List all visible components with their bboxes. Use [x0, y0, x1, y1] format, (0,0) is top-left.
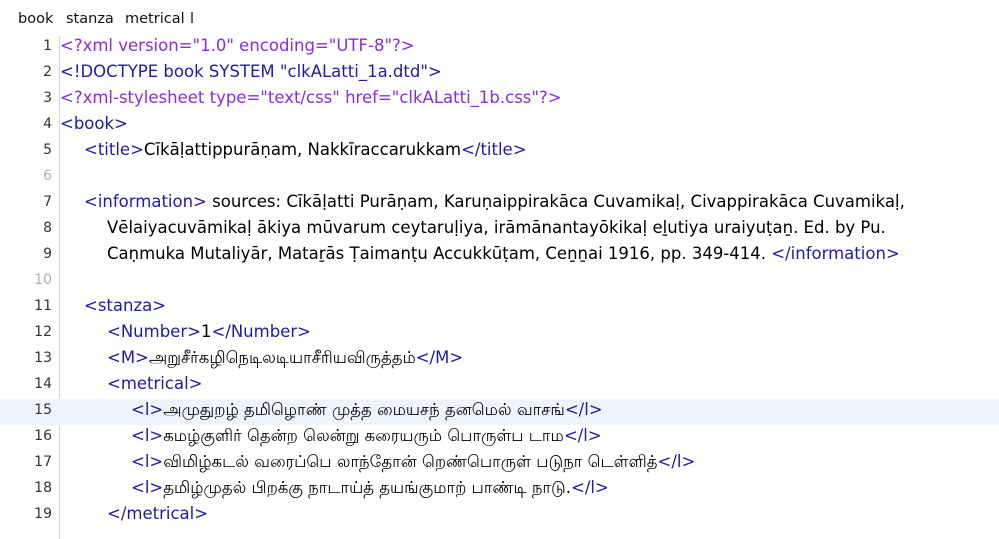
- breadcrumb-item-metrical[interactable]: metrical: [125, 11, 185, 27]
- line-code: <information> sources: Cīkāḷatti Purāṇam…: [84, 192, 905, 211]
- line-number: 2: [43, 64, 52, 80]
- code-line[interactable]: 9 Caṇmuka Mutaliyār, Mataṟās Ṭaimanṭu Acc…: [0, 243, 999, 269]
- xml-processing-instruction: <?xml version="1.0" encoding="UTF-8"?>: [60, 36, 415, 55]
- text-content: Cīkāḷattippurāṇam, Nakkīraccarukkam: [143, 140, 462, 159]
- xml-tag: <information>: [84, 192, 207, 211]
- line-code: Vēlaiyacuvāmikaḷ ākiya mūvarum ceytaruḷi…: [107, 218, 886, 237]
- xml-tag: </l>: [563, 426, 602, 445]
- xml-tag: </title>: [461, 140, 527, 159]
- code-line[interactable]: 8 Vēlaiyacuvāmikaḷ ākiya mūvarum ceytaruḷ…: [0, 217, 999, 243]
- code-line[interactable]: 15 <l>அமுதுறழ் தமிழொண் முத்த மையசந் தனமெல…: [0, 399, 999, 425]
- xml-tag: <!DOCTYPE book SYSTEM "clkALatti_1a.dtd"…: [60, 62, 442, 81]
- xml-tag: </l>: [657, 452, 696, 471]
- line-code: <l>விமிழ்கடல் வரைப்பெ லாந்தோன் றெண்பொருள…: [131, 452, 695, 474]
- line-number: 1: [43, 38, 52, 54]
- xml-tag: </l>: [571, 478, 609, 497]
- xml-tag: <l>: [131, 400, 164, 419]
- line-number: 8: [43, 220, 52, 236]
- line-code: <title>Cīkāḷattippurāṇam, Nakkīraccarukk…: [84, 140, 527, 159]
- line-number: 18: [34, 480, 52, 496]
- text-content: கமழ்குளிர் தென்ற லென்று கரையரும் பொருள்ப…: [163, 426, 564, 445]
- code-line[interactable]: 3 <?xml-stylesheet type="text/css" href="…: [0, 87, 999, 113]
- text-content: அறுசீர்கழிநெடிலடியாசீரியவிருத்தம்: [148, 348, 416, 367]
- line-number: 12: [34, 324, 52, 340]
- text-content: அமுதுறழ் தமிழொண் முத்த மையசந் தனமெல் வாச…: [163, 400, 565, 419]
- code-line[interactable]: 6: [0, 165, 999, 191]
- line-code: <l>கமழ்குளிர் தென்ற லென்று கரையரும் பொரு…: [131, 426, 602, 448]
- code-line[interactable]: 10: [0, 269, 999, 295]
- line-number: 10: [34, 272, 52, 288]
- line-code: <?xml-stylesheet type="text/css" href="c…: [60, 88, 562, 107]
- code-line[interactable]: 13 <M>அறுசீர்கழிநெடிலடியாசீரியவிருத்தம்</…: [0, 347, 999, 373]
- text-content: sources: Cīkāḷatti Purāṇam, Karuṇaippira…: [206, 192, 905, 211]
- code-editor[interactable]: 1 <?xml version="1.0" encoding="UTF-8"?> 2…: [0, 36, 999, 539]
- xml-tag: <stanza>: [84, 296, 167, 315]
- line-number: 6: [43, 168, 52, 184]
- line-code: </metrical>: [107, 504, 208, 523]
- line-code: <stanza>: [84, 296, 166, 315]
- code-line[interactable]: 18 <l>தமிழ்முதல் பிறக்கு நாடாய்த் தயங்கும…: [0, 477, 999, 503]
- xml-tag: <book>: [60, 114, 128, 133]
- line-code: <!DOCTYPE book SYSTEM "clkALatti_1a.dtd"…: [60, 62, 442, 81]
- line-code: Caṇmuka Mutaliyār, Mataṟās Ṭaimanṭu Accu…: [107, 244, 900, 263]
- code-line[interactable]: 19 </metrical>: [0, 503, 999, 529]
- line-number: 4: [43, 116, 52, 132]
- code-line[interactable]: 16 <l>கமழ்குளிர் தென்ற லென்று கரையரும் பொ…: [0, 425, 999, 451]
- line-number: 17: [34, 454, 52, 470]
- line-code: <l>தமிழ்முதல் பிறக்கு நாடாய்த் தயங்குமாற…: [131, 478, 609, 500]
- line-number: 7: [43, 194, 52, 210]
- code-line[interactable]: 4 <book>: [0, 113, 999, 139]
- line-number: 3: [43, 90, 52, 106]
- xml-tag: <l>: [131, 478, 164, 497]
- text-content: Vēlaiyacuvāmikaḷ ākiya mūvarum ceytaruḷi…: [107, 218, 886, 237]
- xml-tag: </l>: [564, 400, 603, 419]
- line-number: 15: [34, 402, 52, 418]
- text-content: Caṇmuka Mutaliyār, Mataṟās Ṭaimanṭu Accu…: [107, 244, 772, 263]
- breadcrumb-item-book[interactable]: book: [18, 11, 53, 27]
- xml-tag: </M>: [415, 348, 464, 367]
- line-number: 11: [34, 298, 52, 314]
- line-code: <book>: [60, 114, 128, 133]
- xml-tag: <metrical>: [107, 374, 203, 393]
- code-line[interactable]: 7 <information> sources: Cīkāḷatti Purāṇa…: [0, 191, 999, 217]
- text-content: விமிழ்கடல் வரைப்பெ லாந்தோன் றெண்பொருள் ப…: [163, 452, 658, 471]
- line-number: 5: [43, 142, 52, 158]
- line-number: 19: [34, 506, 52, 522]
- xml-tag: <M>: [107, 348, 149, 367]
- line-number: 16: [34, 428, 52, 444]
- xml-tag: <l>: [131, 426, 164, 445]
- code-line[interactable]: 5 <title>Cīkāḷattippurāṇam, Nakkīraccaruk…: [0, 139, 999, 165]
- line-code: <M>அறுசீர்கழிநெடிலடியாசீரியவிருத்தம்</M>: [107, 348, 463, 370]
- line-code: <Number>1</Number>: [107, 322, 311, 341]
- xml-tag: </Number>: [211, 322, 311, 341]
- code-line[interactable]: 2 <!DOCTYPE book SYSTEM "clkALatti_1a.dtd…: [0, 61, 999, 87]
- xml-tag: </information>: [771, 244, 900, 263]
- xml-tag: <title>: [84, 140, 144, 159]
- line-code: <l>அமுதுறழ் தமிழொண் முத்த மையசந் தனமெல் …: [131, 400, 603, 422]
- breadcrumb: book stanza metrical l: [0, 0, 999, 36]
- breadcrumb-item-l[interactable]: l: [190, 11, 194, 27]
- breadcrumb-item-stanza[interactable]: stanza: [66, 11, 114, 27]
- text-content: 1: [200, 322, 212, 341]
- line-code: <metrical>: [107, 374, 202, 393]
- line-code: <?xml version="1.0" encoding="UTF-8"?>: [60, 36, 415, 55]
- code-line[interactable]: 17 <l>விமிழ்கடல் வரைப்பெ லாந்தோன் றெண்பொர…: [0, 451, 999, 477]
- text-content: தமிழ்முதல் பிறக்கு நாடாய்த் தயங்குமாற் ப…: [163, 478, 572, 497]
- code-line[interactable]: 1 <?xml version="1.0" encoding="UTF-8"?>: [0, 36, 999, 61]
- line-number: 14: [34, 376, 52, 392]
- code-line[interactable]: 14 <metrical>: [0, 373, 999, 399]
- line-number: 9: [43, 246, 52, 262]
- xml-tag: <Number>: [107, 322, 201, 341]
- code-line[interactable]: 12 <Number>1</Number>: [0, 321, 999, 347]
- xml-tag: </metrical>: [107, 504, 209, 523]
- code-line[interactable]: 11 <stanza>: [0, 295, 999, 321]
- xml-tag: <l>: [131, 452, 164, 471]
- xml-processing-instruction: <?xml-stylesheet type="text/css" href="c…: [60, 88, 562, 107]
- line-number: 13: [34, 350, 52, 366]
